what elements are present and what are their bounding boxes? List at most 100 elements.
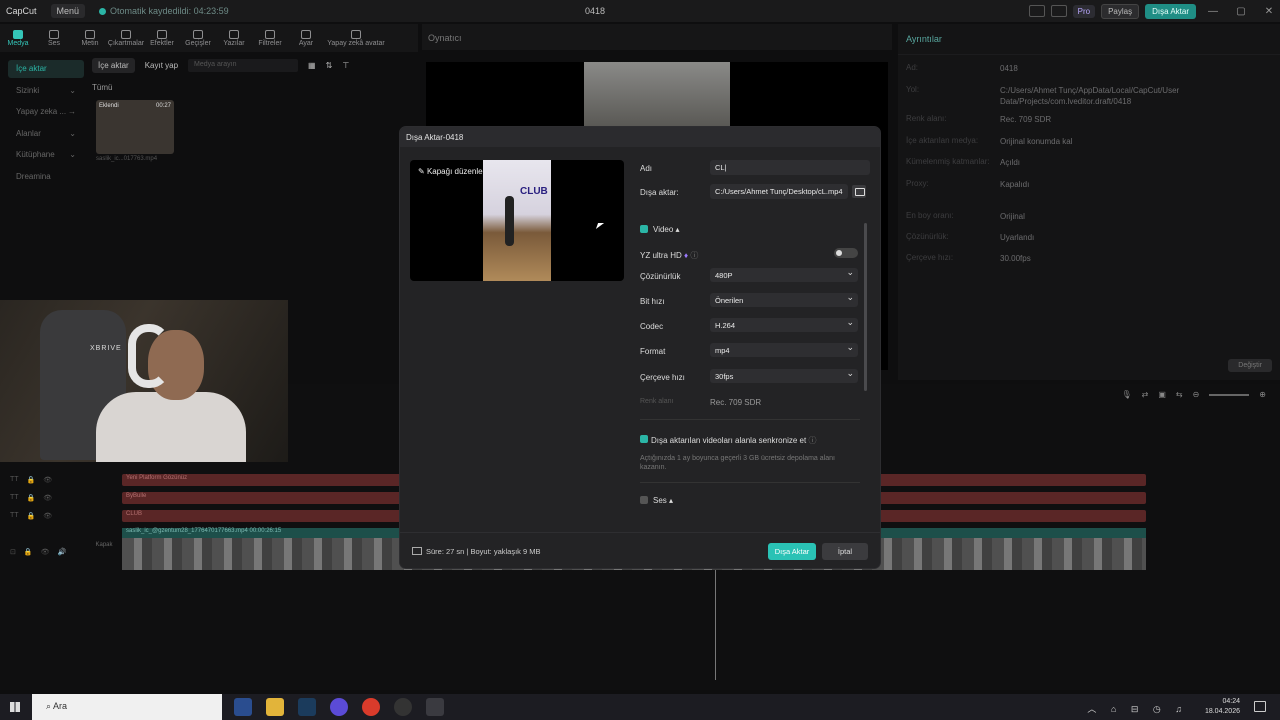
cover-figure [505,196,514,246]
layout-icon[interactable] [1028,5,1045,17]
folder-app-icon[interactable] [266,698,284,716]
audio-section-label[interactable]: Ses ▴ [653,496,673,505]
steam-icon[interactable] [298,698,316,716]
maximize-icon[interactable]: ▢ [1230,6,1252,17]
nav-library[interactable]: Kütüphane ⌄ [8,146,84,164]
diamond-icon: ♦ [684,251,689,260]
path-input[interactable]: C:/Users/Ahmet Tunç/Desktop/cL.mp4 [710,184,848,199]
link-icon[interactable]: ⇄ [1142,390,1149,399]
detail-label: Kümelenmiş katmanlar: [906,157,990,166]
folder-icon[interactable] [852,185,866,198]
sync-label[interactable]: Dışa aktarılan videoları alanla senkroni… [651,435,816,446]
format-label: Format [640,347,666,356]
record-button[interactable]: Kayıt yap [145,61,178,70]
resolution-label: Çözünürlük [640,272,681,281]
dialog-cancel-button[interactable]: İptal [822,543,868,560]
track-controls[interactable]: TT 🔒 👁 [10,476,52,484]
discord-icon[interactable] [330,698,348,716]
dialog-export-button[interactable]: Dışa Aktar [768,543,816,560]
share-button[interactable]: Paylaş [1101,3,1140,19]
clock[interactable]: 04:24 18.04.2026 [1205,697,1240,717]
mic-icon[interactable]: 🎙 [1121,390,1131,399]
effects-icon [157,29,167,39]
shortcut-icon[interactable] [1050,5,1067,17]
project-title: 0418 [584,6,606,16]
track-controls[interactable]: TT 🔒 👁 [10,494,52,502]
tool-filters[interactable]: Filtreler [252,24,288,52]
track-controls[interactable]: ⊡ 🔒 👁 🔊 [10,548,66,556]
preview-axis-icon[interactable]: ⇆ [1176,390,1183,399]
sync-checkbox[interactable] [640,435,648,443]
mouse-cursor [595,223,605,229]
filter-all-label[interactable]: Tümü [92,83,416,92]
framerate-select[interactable]: 30fps [710,368,858,383]
tool-adjust[interactable]: Ayar [288,24,324,52]
edit-cover-button[interactable]: ✎ Kapağı düzenle [418,167,483,176]
tool-effects[interactable]: Efektler [144,24,180,52]
nav-ai[interactable]: Yapay zeka ... → [8,103,84,121]
change-button[interactable]: Değiştir [1228,359,1272,372]
name-label: Adı [640,164,653,173]
import-button[interactable]: İçe aktar [92,58,135,73]
colorspace-label: Renk alanı [640,398,674,405]
app-icon[interactable] [394,698,412,716]
taskbar-search[interactable]: ⌕ Ara [32,694,222,720]
audio-checkbox[interactable] [640,496,648,504]
detail-value: 0418 [1000,64,1018,73]
capcut-icon[interactable] [426,698,444,716]
chrome-icon[interactable] [362,698,380,716]
dialog-footer: Süre: 27 sn | Boyut: yaklaşık 9 MB Dışa … [400,532,880,568]
cover-preview[interactable]: CLUB ✎ Kapağı düzenle [410,160,624,281]
filter-icon[interactable]: ⊤ [342,61,349,70]
sort-icon[interactable]: ⇅ [326,61,333,70]
video-section-label[interactable]: Video ▴ [653,225,680,234]
system-tray-icons[interactable]: ︿ ⌂ ⊟ ◷ ♫ [1087,702,1188,715]
zoom-out-icon[interactable]: ⊖ [1193,390,1200,399]
pro-button[interactable]: Pro [1072,4,1096,18]
app-icon[interactable] [234,698,252,716]
zoom-slider[interactable] [1209,393,1250,396]
export-dialog: Dışa Aktar-0418 CLUB ✎ Kapağı düzenle Ad… [400,127,880,568]
video-checkbox[interactable] [640,225,648,233]
media-search-input[interactable]: Medya arayın [188,59,299,72]
thumb-filename: saslik_ic...017763.mp4 [96,156,158,162]
detail-value: Orijinal konumda kal [1000,137,1073,146]
bitrate-select[interactable]: Önerilen [710,292,858,307]
media-thumbnail[interactable]: Eklendi 00:27 [96,100,174,154]
minimize-icon[interactable]: — [1202,6,1224,17]
codec-select[interactable]: H.264 [710,317,858,332]
playhead[interactable] [715,570,716,680]
film-icon [412,547,422,555]
format-select[interactable]: mp4 [710,342,858,357]
menu-button[interactable]: Menü [50,4,86,18]
media-panel: İçe aktar Kayıt yap Medya arayın ▦ ⇅ ⊤ T… [92,58,416,298]
nav-yours[interactable]: Sizinki ⌄ [8,82,84,100]
nav-spaces[interactable]: Alanlar ⌄ [8,125,84,143]
zoom-in-icon[interactable]: ⊕ [1259,390,1266,399]
tool-audio[interactable]: Ses [36,24,72,52]
bitrate-label: Bit hızı [640,297,665,306]
nav-import[interactable]: İçe aktar [8,60,84,78]
resolution-select[interactable]: 480P [710,267,858,282]
uhd-toggle[interactable] [834,248,858,258]
track-controls[interactable]: TT 🔒 👁 [10,512,52,520]
tool-media[interactable]: Medya [0,24,36,52]
chevron-down-icon: ⌄ [69,150,76,159]
notification-icon[interactable] [1254,701,1266,712]
tool-transitions[interactable]: Geçişler [180,24,216,52]
cover-button[interactable]: Kapak [92,542,116,548]
dialog-scrollbar[interactable] [864,223,867,391]
name-input[interactable]: CL| [710,160,870,175]
preview-frame [584,62,730,126]
grid-view-icon[interactable]: ▦ [308,61,316,70]
windows-start-icon[interactable] [10,702,20,712]
tool-ai-avatar[interactable]: Yapay zekâ avatar [324,24,388,52]
tool-text[interactable]: Metin [72,24,108,52]
snap-icon[interactable]: ▣ [1158,390,1166,399]
close-icon[interactable]: ✕ [1258,6,1280,17]
nav-dreamina[interactable]: Dreamina [8,168,84,186]
export-button[interactable]: Dışa Aktar [1145,3,1196,19]
tool-captions[interactable]: Yazılar [216,24,252,52]
media-sidebar: İçe aktar Sizinki ⌄ Yapay zeka ... → Alanl… [8,60,84,189]
tool-stickers[interactable]: Çıkartmalar [108,24,144,52]
